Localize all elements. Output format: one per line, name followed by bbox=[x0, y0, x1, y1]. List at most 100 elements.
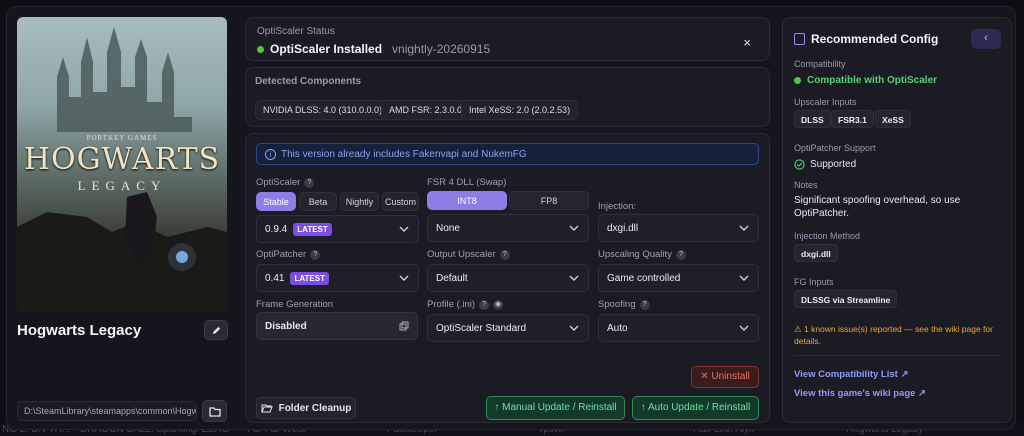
help-icon[interactable]: ? bbox=[310, 249, 321, 260]
notes-label: Notes bbox=[794, 180, 818, 190]
auto-update-button[interactable]: ↑ Auto Update / Reinstall bbox=[632, 396, 759, 420]
chevron-down-icon bbox=[739, 325, 749, 331]
optipatcher-label: OptiPatcher bbox=[256, 249, 307, 260]
cover-logo-sub: LEGACY bbox=[77, 178, 167, 193]
detected-components-panel: Detected Components NVIDIA DLSS: 4.0 (31… bbox=[245, 67, 770, 127]
upscaler-input-chip: XeSS bbox=[875, 110, 911, 128]
edit-title-button[interactable] bbox=[204, 320, 228, 340]
install-path-field[interactable]: D:\SteamLibrary\steamapps\common\Hogw... bbox=[17, 401, 197, 421]
configuration-panel: i This version already includes Fakenvap… bbox=[245, 133, 770, 423]
frame-generation-label: Frame Generation bbox=[256, 299, 334, 310]
recommended-title: Recommended Config bbox=[811, 32, 939, 46]
help-icon[interactable]: ? bbox=[675, 249, 686, 260]
copy-icon bbox=[399, 321, 409, 331]
optipatcher-support-label: OptiPatcher Support bbox=[794, 143, 876, 153]
compatibility-dot-icon bbox=[794, 77, 801, 84]
divider bbox=[794, 355, 1002, 356]
fsr4-label: FSR 4 DLL (Swap) bbox=[427, 177, 507, 188]
output-upscaler-select[interactable]: Default bbox=[427, 264, 589, 292]
optiscaler-version-select[interactable]: 0.9.4 LATEST bbox=[256, 215, 419, 243]
injection-method-chip: dxgi.dll bbox=[794, 244, 838, 262]
optipatcher-support-value: Supported bbox=[810, 159, 857, 170]
help-icon[interactable]: ? bbox=[499, 249, 510, 260]
channel-beta[interactable]: Beta bbox=[299, 192, 337, 211]
game-cover-art: PORTKEY GAMES HOGWARTS LEGACY bbox=[17, 17, 227, 312]
status-dot-icon bbox=[257, 45, 264, 53]
upscaling-quality-label-row: Upscaling Quality? bbox=[598, 249, 686, 260]
fsr4-dll-select[interactable]: None bbox=[427, 214, 589, 242]
output-upscaler-value: Default bbox=[436, 272, 468, 284]
optipatcher-version: 0.41 bbox=[265, 272, 285, 284]
optiscaler-label: OptiScaler bbox=[256, 177, 301, 188]
injection-value: dxgi.dll bbox=[607, 222, 639, 234]
components-label: Detected Components bbox=[255, 76, 362, 87]
close-icon[interactable]: × bbox=[743, 35, 751, 50]
chevron-down-icon bbox=[399, 226, 409, 232]
fsr4-int8-toggle[interactable]: INT8 bbox=[427, 191, 507, 210]
upscaler-inputs-label: Upscaler Inputs bbox=[794, 97, 857, 107]
chevron-down-icon bbox=[569, 275, 579, 281]
uninstall-button[interactable]: ✕ Uninstall bbox=[691, 366, 759, 388]
help-icon[interactable]: ? bbox=[479, 299, 490, 310]
profile-select[interactable]: OptiScaler Standard bbox=[427, 314, 589, 342]
folder-cleanup-button[interactable]: Folder Cleanup bbox=[256, 397, 356, 419]
compatibility-label: Compatibility bbox=[794, 59, 846, 69]
injection-select[interactable]: dxgi.dll bbox=[598, 214, 759, 242]
component-chip: Intel XeSS: 2.0 (2.0.2.53) bbox=[461, 100, 579, 120]
upscaling-quality-label: Upscaling Quality bbox=[598, 249, 672, 260]
collapse-panel-button[interactable]: ‹ bbox=[971, 29, 1001, 49]
chevron-down-icon bbox=[569, 325, 579, 331]
spoofing-value: Auto bbox=[607, 322, 628, 334]
profile-value: OptiScaler Standard bbox=[436, 322, 527, 334]
chevron-down-icon bbox=[739, 275, 749, 281]
help-icon[interactable]: ? bbox=[639, 299, 650, 310]
spoofing-select[interactable]: Auto bbox=[598, 314, 759, 342]
injection-method-box: dxgi.dll bbox=[794, 244, 894, 264]
chevron-down-icon bbox=[569, 225, 579, 231]
channel-stable[interactable]: Stable bbox=[256, 192, 296, 211]
status-title: OptiScaler Installed bbox=[270, 42, 383, 56]
frame-generation-field[interactable]: Disabled bbox=[256, 312, 418, 340]
check-circle-icon bbox=[794, 159, 805, 170]
fsr4-fp8-toggle[interactable]: FP8 bbox=[509, 191, 589, 210]
optipatcher-version-select[interactable]: 0.41 LATEST bbox=[256, 264, 419, 292]
config-icon bbox=[794, 33, 805, 45]
upscaling-quality-select[interactable]: Game controlled bbox=[598, 264, 759, 292]
fsr4-dll-value: None bbox=[436, 222, 460, 234]
manual-update-button[interactable]: ↑ Manual Update / Reinstall bbox=[486, 396, 625, 420]
game-title: Hogwarts Legacy bbox=[17, 322, 142, 339]
eye-icon[interactable]: ◉ bbox=[493, 299, 504, 310]
open-folder-button[interactable] bbox=[202, 400, 227, 422]
frame-generation-value: Disabled bbox=[265, 321, 307, 332]
pencil-icon bbox=[212, 326, 220, 334]
spoofing-label-row: Spoofing? bbox=[598, 299, 650, 310]
info-banner-text: This version already includes Fakenvapi … bbox=[281, 149, 527, 160]
channel-nightly[interactable]: Nightly bbox=[340, 192, 379, 211]
upscaler-inputs-list: DLSS FSR3.1 XeSS bbox=[794, 110, 994, 130]
profile-label: Profile (.ini) bbox=[427, 299, 476, 310]
optiscaler-status-panel: OptiScaler Status OptiScaler Installed v… bbox=[245, 17, 770, 61]
compatibility-list-link[interactable]: View Compatibility List ↗ bbox=[794, 369, 908, 380]
injection-label: Injection: bbox=[598, 201, 637, 212]
upscaling-quality-value: Game controlled bbox=[607, 272, 681, 284]
optiscaler-label-row: OptiScaler? bbox=[256, 177, 315, 188]
chevron-down-icon bbox=[739, 225, 749, 231]
game-settings-modal: PORTKEY GAMES HOGWARTS LEGACY Hogwarts L… bbox=[6, 6, 1016, 430]
status-label: OptiScaler Status bbox=[257, 26, 335, 37]
optipatcher-support-status: Supported bbox=[794, 159, 856, 170]
spoofing-label: Spoofing bbox=[598, 299, 636, 310]
wiki-page-link[interactable]: View this game's wiki page ↗ bbox=[794, 388, 926, 399]
folder-open-icon bbox=[260, 404, 273, 413]
optipatcher-label-row: OptiPatcher? bbox=[256, 249, 321, 260]
fg-inputs-box: DLSSG via Streamline bbox=[794, 290, 944, 310]
latest-badge: LATEST bbox=[293, 222, 332, 236]
help-icon[interactable]: ? bbox=[304, 177, 315, 188]
optiscaler-version: 0.9.4 bbox=[265, 223, 288, 235]
profile-label-row: Profile (.ini)? ◉ bbox=[427, 299, 504, 310]
known-issues-warning[interactable]: ⚠ 1 known issue(s) reported — see the wi… bbox=[794, 323, 999, 347]
status-version: vnightly-20260915 bbox=[392, 42, 491, 56]
channel-custom[interactable]: Custom bbox=[382, 192, 419, 211]
folder-cleanup-label: Folder Cleanup bbox=[278, 402, 352, 414]
fg-input-chip: DLSSG via Streamline bbox=[794, 290, 898, 308]
compatibility-value: Compatible with OptiScaler bbox=[807, 75, 938, 86]
